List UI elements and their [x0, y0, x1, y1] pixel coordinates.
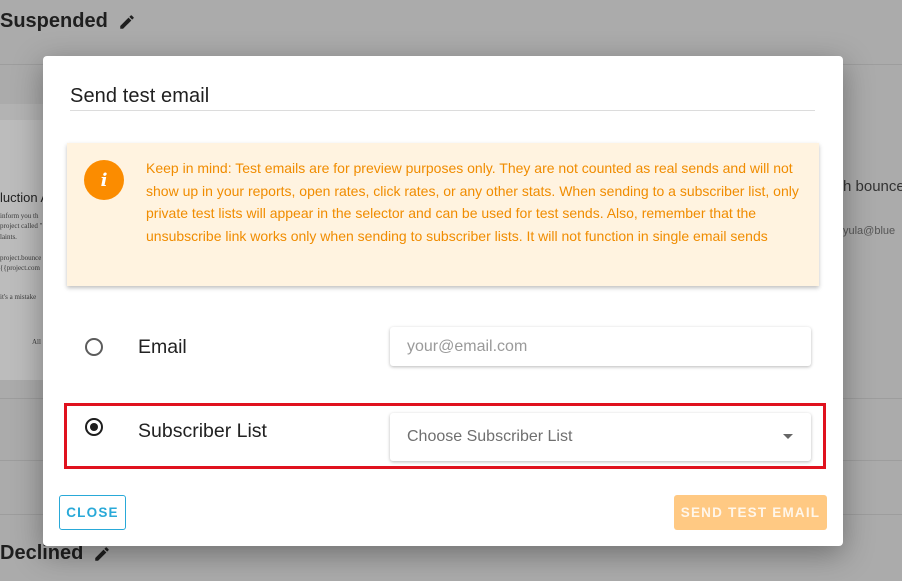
pencil-icon[interactable] [118, 13, 136, 31]
preview-fragment: project.bounce [0, 254, 42, 262]
notice-text: Keep in mind: Test emails are for previe… [146, 160, 799, 244]
preview-fragment: laints. [0, 233, 17, 241]
email-field[interactable] [390, 327, 811, 366]
section-heading-suspended-label: Suspended [0, 10, 108, 32]
email-radio[interactable] [85, 338, 103, 356]
send-test-email-button[interactable]: SEND TEST EMAIL [674, 495, 827, 530]
preview-fragment: inform you th [0, 212, 39, 220]
background-fragment: yula@blue [843, 225, 896, 237]
info-notice: i Keep in mind: Test emails are for prev… [67, 143, 819, 286]
dialog-title: Send test email [70, 85, 210, 107]
pencil-icon[interactable] [93, 545, 111, 563]
info-icon: i [84, 160, 124, 200]
preview-fragment: {{project.com [0, 264, 40, 272]
section-heading-suspended: Suspended [0, 10, 136, 33]
email-option-label[interactable]: Email [138, 336, 187, 359]
highlight-box [64, 403, 826, 469]
email-input[interactable] [407, 337, 797, 356]
preview-fragment: luction A [0, 190, 50, 205]
preview-fragment: it's a mistake [0, 293, 37, 301]
send-test-email-dialog: Send test email i Keep in mind: Test ema… [43, 56, 843, 546]
background-fragment: h bounce [843, 178, 902, 195]
preview-fragment: All [32, 338, 41, 346]
close-button[interactable]: CLOSE [59, 495, 126, 530]
title-divider [70, 110, 815, 111]
preview-fragment: project called " [0, 222, 43, 230]
